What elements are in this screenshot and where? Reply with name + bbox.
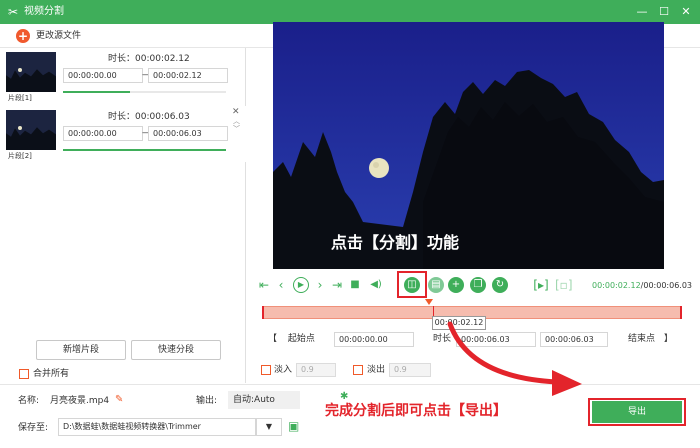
output-format-select[interactable]: 自动:Auto xyxy=(228,391,300,409)
fade-out-checkbox[interactable] xyxy=(353,365,363,375)
segment-end-input[interactable]: 00:00:02.12 xyxy=(148,68,228,83)
copy-icon[interactable]: ❐ xyxy=(470,277,486,293)
segment-thumbnail xyxy=(6,110,56,150)
split-hint-annotation: 点击【分割】功能 xyxy=(331,233,460,252)
time-readout: 00:00:02.12/00:00:06.03 xyxy=(592,281,693,290)
reset-icon[interactable]: ↻ xyxy=(492,277,508,293)
merge-all-checkbox[interactable] xyxy=(19,369,29,379)
play-icon[interactable]: ▶ xyxy=(293,277,309,293)
segment-start-input[interactable]: 00:00:00.00 xyxy=(63,126,143,141)
segment-start-input[interactable]: 00:00:00.00 xyxy=(63,68,143,83)
fade-out-input[interactable]: 0.9 xyxy=(389,363,431,377)
add-icon[interactable]: + xyxy=(16,29,30,43)
timeline-start-handle[interactable] xyxy=(262,306,264,319)
output-label: 输出: xyxy=(196,396,218,406)
save-to-label: 保存至: xyxy=(18,423,49,433)
next-frame-icon[interactable]: › xyxy=(314,277,326,293)
segment-end-input[interactable]: 00:00:06.03 xyxy=(148,126,228,141)
segment-item[interactable]: 片段[2] 时长：00:00:06.03 00:00:00.00 — 00:00… xyxy=(0,106,246,162)
go-start-icon[interactable]: ⇤ xyxy=(257,277,271,293)
segment-progress-bar xyxy=(63,149,226,151)
save-path-input[interactable]: D:\数据蛙\数据蛙视频转换器\Trimmer xyxy=(58,418,256,436)
go-end-icon[interactable]: ⇥ xyxy=(330,277,344,293)
move-up-icon[interactable]: ︿ xyxy=(233,118,240,125)
scissors-icon: ✂ xyxy=(7,5,19,19)
stop-icon[interactable]: ■ xyxy=(349,277,361,293)
close-button[interactable]: ✕ xyxy=(678,4,694,20)
mark-out-icon[interactable]: [▫] xyxy=(555,277,573,293)
maximize-button[interactable]: ☐ xyxy=(656,4,672,20)
segment-thumbnail xyxy=(6,52,56,92)
move-down-icon[interactable]: ﹀ xyxy=(233,126,240,133)
merge-all-label: 合并所有 xyxy=(33,369,70,379)
volume-icon[interactable]: ◀) xyxy=(369,277,383,293)
export-button[interactable]: 导出 xyxy=(592,401,682,423)
timeline-end-handle[interactable] xyxy=(680,306,682,319)
export-hint-annotation: 完成分割后即可点击【导出】 xyxy=(325,403,507,419)
annotation-arrow xyxy=(447,321,582,396)
mark-in-icon[interactable]: [▸] xyxy=(533,277,549,293)
set-end-button[interactable]: 结束点 】 xyxy=(628,332,686,346)
segment-item[interactable]: 片段[1] 时长：00:00:02.12 00:00:00.00 — 00:00… xyxy=(0,48,246,104)
prev-frame-icon[interactable]: ‹ xyxy=(275,277,287,293)
quick-split-button[interactable]: 快速分段 xyxy=(131,340,221,360)
video-frame-image xyxy=(273,22,664,269)
segment-progress-bar xyxy=(63,91,226,93)
start-point-input[interactable]: 00:00:00.00 xyxy=(334,332,414,347)
fade-out-label: 淡出 xyxy=(367,365,386,375)
set-start-button[interactable]: 【 起始点 xyxy=(268,332,328,346)
split-icon[interactable]: ◫ xyxy=(404,277,420,293)
segment-label: 片段[2] xyxy=(8,152,32,160)
fade-in-checkbox[interactable] xyxy=(261,365,271,375)
segment-duration: 时长：00:00:02.12 xyxy=(108,54,190,64)
add-icon[interactable]: + xyxy=(448,277,464,293)
name-label: 名称: xyxy=(18,396,40,406)
edit-name-icon[interactable]: ✎ xyxy=(115,394,123,406)
segment-list-panel: 片段[1] 时长：00:00:02.12 00:00:00.00 — 00:00… xyxy=(0,48,246,383)
fade-in-label: 淡入 xyxy=(274,365,293,375)
delete-segment-icon[interactable]: ✕ xyxy=(232,108,240,117)
file-name: 月亮夜景.mp4 xyxy=(50,396,110,406)
minimize-button[interactable]: — xyxy=(634,4,650,20)
playhead-marker[interactable] xyxy=(425,299,433,305)
video-preview xyxy=(273,22,664,269)
fade-in-input[interactable]: 0.9 xyxy=(296,363,336,377)
segment-label: 片段[1] xyxy=(8,94,32,102)
cut-icon[interactable]: ▤ xyxy=(428,277,444,293)
window-title: 视频分割 xyxy=(24,6,64,17)
add-segment-button[interactable]: 新增片段 xyxy=(36,340,126,360)
folder-icon[interactable]: ▣ xyxy=(288,419,299,433)
change-source-button[interactable]: 更改源文件 xyxy=(36,31,81,42)
title-bar: ✂ 视频分割 — ☐ ✕ xyxy=(0,0,700,24)
save-path-dropdown[interactable]: ▼ xyxy=(256,418,282,436)
segment-duration: 时长：00:00:06.03 xyxy=(108,112,190,122)
video-split-window: ✂ 视频分割 — ☐ ✕ + 更改源文件 片段[1] 时长：00:00:02.1… xyxy=(0,0,700,448)
